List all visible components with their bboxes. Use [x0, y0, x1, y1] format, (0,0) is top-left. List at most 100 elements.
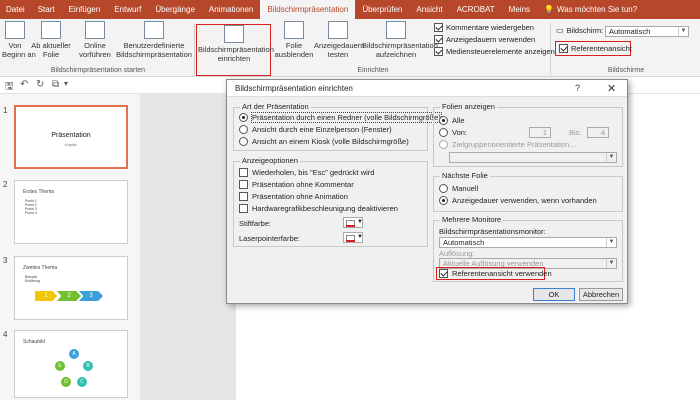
monitor-dropdown[interactable]: Automatisch ▼ — [439, 237, 617, 248]
tab-animationen[interactable]: Animationen — [202, 0, 260, 19]
opt-no-hw-accel[interactable]: Hardwaregrafikbeschleunigung deaktiviere… — [239, 204, 398, 213]
chk-presenter-view[interactable]: Referentenansicht — [559, 44, 632, 53]
opt-no-animation[interactable]: Präsentation ohne Animation — [239, 192, 348, 201]
to-input[interactable]: 4 — [587, 127, 609, 138]
chevron-down-icon: ▼ — [357, 219, 363, 225]
color-bar — [346, 240, 355, 242]
custom-show-icon — [144, 21, 164, 39]
diagram-node: D — [61, 377, 71, 387]
radio[interactable] — [439, 140, 448, 149]
chevron-down-icon: ▼ — [606, 259, 616, 268]
hide-slide-button[interactable]: Folie ausblenden — [274, 21, 314, 59]
cancel-button[interactable]: Abbrechen — [579, 288, 623, 301]
radio-redner[interactable]: Präsentation durch einen Redner (volle B… — [239, 112, 442, 123]
bullet: Punkt 4 — [25, 211, 37, 215]
checkbox[interactable] — [239, 180, 248, 189]
checkbox[interactable] — [239, 192, 248, 201]
ribbon-tabs: Datei Start Einfügen Entwurf Übergänge A… — [0, 0, 700, 19]
slide-thumb-1[interactable]: Präsentation Kapitel — [14, 105, 128, 169]
checkbox[interactable] — [439, 269, 448, 278]
radio[interactable] — [439, 184, 448, 193]
group-separator — [550, 23, 551, 75]
tab-datei[interactable]: Datei — [0, 0, 31, 19]
opt-loop[interactable]: Wiederholen, bis "Esc" gedrückt wird — [239, 168, 374, 177]
chevron-down-icon: ▼ — [678, 27, 688, 36]
rehearse-button[interactable]: Anzeigedauern testen — [314, 21, 364, 59]
chk-comments[interactable]: Kommentare wiedergeben — [434, 23, 534, 32]
tab-acrobat[interactable]: ACROBAT — [450, 0, 502, 19]
tab-uebergaenge[interactable]: Übergänge — [148, 0, 202, 19]
radio-all[interactable]: Alle — [439, 116, 465, 125]
options-legend: Anzeigeoptionen — [240, 156, 300, 165]
redo-icon[interactable]: ↻ — [36, 79, 44, 90]
radio-use-timings[interactable]: Anzeigedauer verwenden, wenn vorhanden — [439, 196, 597, 205]
customize-icon[interactable]: ▾ — [64, 79, 68, 88]
from-current-button[interactable]: Ab aktueller Folie — [30, 21, 72, 59]
tab-meins[interactable]: Meins — [502, 0, 537, 19]
radio-from[interactable]: Von: — [439, 128, 467, 137]
group-setup-label: Einrichten — [357, 67, 389, 74]
slide-subtitle: Kapitel — [64, 142, 78, 147]
from-start-button[interactable]: Von Beginn an — [2, 21, 36, 59]
undo-icon[interactable]: ↶ — [20, 79, 28, 90]
radio[interactable] — [439, 128, 448, 137]
radio[interactable] — [239, 137, 248, 146]
from-input[interactable]: 1 — [529, 127, 551, 138]
slide-title: Erstes Thema — [23, 189, 55, 195]
radio-einzelperson[interactable]: Ansicht durch eine Einzelperson (Fenster… — [239, 125, 392, 134]
radio[interactable] — [439, 116, 448, 125]
monitor-dropdown[interactable]: Automatisch ▼ — [605, 26, 689, 37]
checkbox[interactable] — [239, 168, 248, 177]
chevron-down-icon: ▼ — [357, 234, 363, 240]
radio[interactable] — [439, 196, 448, 205]
color-bar — [346, 225, 355, 227]
group-start-label: Bildschirmpräsentation starten — [50, 67, 146, 74]
tab-ueberpruefen[interactable]: Überprüfen — [355, 0, 409, 19]
help-icon[interactable]: ? — [575, 83, 580, 93]
monitors-legend: Mehrere Monitore — [440, 215, 504, 224]
radio-manual[interactable]: Manuell — [439, 184, 478, 193]
radio[interactable] — [239, 113, 248, 122]
tab-einfuegen[interactable]: Einfügen — [62, 0, 108, 19]
slide-thumb-2[interactable]: Erstes Thema Punkt 1 Punkt 2 Punkt 3 Pun… — [14, 180, 128, 244]
chevron-down-icon: ▼ — [606, 153, 616, 162]
tab-ansicht[interactable]: Ansicht — [409, 0, 449, 19]
diagram-node: E — [55, 361, 65, 371]
opt-no-narration[interactable]: Präsentation ohne Kommentar — [239, 180, 354, 189]
slide-number: 3 — [3, 256, 8, 265]
art-legend: Art der Präsentation — [240, 102, 311, 111]
checkbox[interactable] — [434, 35, 443, 44]
tell-me-box[interactable]: 💡 Was möchten Sie tun? — [537, 0, 644, 19]
custom-show-dropdown[interactable]: ▼ — [449, 152, 617, 163]
tab-bildschirmpraesentation[interactable]: Bildschirmpräsentation — [260, 0, 356, 19]
slide-thumb-4[interactable]: Schaubild A B C D E — [14, 330, 128, 398]
checkbox[interactable] — [434, 23, 443, 32]
tab-start[interactable]: Start — [31, 0, 62, 19]
checkbox[interactable] — [239, 204, 248, 213]
pen-color-button[interactable]: ▼ — [343, 217, 363, 228]
ok-button[interactable]: OK — [533, 288, 575, 301]
record-button[interactable]: Bildschirmpräsentation aufzeichnen — [362, 21, 438, 59]
radio-kiosk[interactable]: Ansicht an einem Kiosk (volle Bildschirm… — [239, 137, 409, 146]
custom-show-button[interactable]: Benutzerdefinierte Bildschirmpräsentatio… — [112, 21, 196, 59]
setup-show-button[interactable]: Bildschirmpräsentation einrichten — [198, 25, 274, 63]
chk-media[interactable]: Mediensteuerelemente anzeigen — [434, 47, 555, 56]
radio-custom[interactable]: Zielgruppenorientierte Präsentation... — [439, 140, 575, 149]
close-icon[interactable]: ✕ — [607, 82, 616, 95]
pen-color-label: Stiftfarbe: — [239, 219, 272, 228]
chk-timings[interactable]: Anzeigedauern verwenden — [434, 35, 535, 44]
laser-color-label: Laserpointerfarbe: — [239, 234, 300, 243]
laser-color-button[interactable]: ▼ — [343, 232, 363, 243]
slide-number: 4 — [3, 330, 8, 339]
online-icon — [85, 21, 105, 39]
chk-use-presenter[interactable]: Referentenansicht verwenden — [439, 269, 552, 278]
online-present-button[interactable]: Online vorführen — [78, 21, 112, 59]
step-arrow: 3 — [79, 291, 103, 301]
slide-thumb-3[interactable]: Zweites Thema Beispiel Erklärung 1 2 3 — [14, 256, 128, 320]
tab-entwurf[interactable]: Entwurf — [107, 0, 148, 19]
radio[interactable] — [239, 125, 248, 134]
slide-title: Zweites Thema — [23, 265, 58, 271]
checkbox[interactable] — [559, 44, 568, 53]
present-icon[interactable]: ⧉ — [52, 79, 59, 90]
checkbox[interactable] — [434, 47, 443, 56]
